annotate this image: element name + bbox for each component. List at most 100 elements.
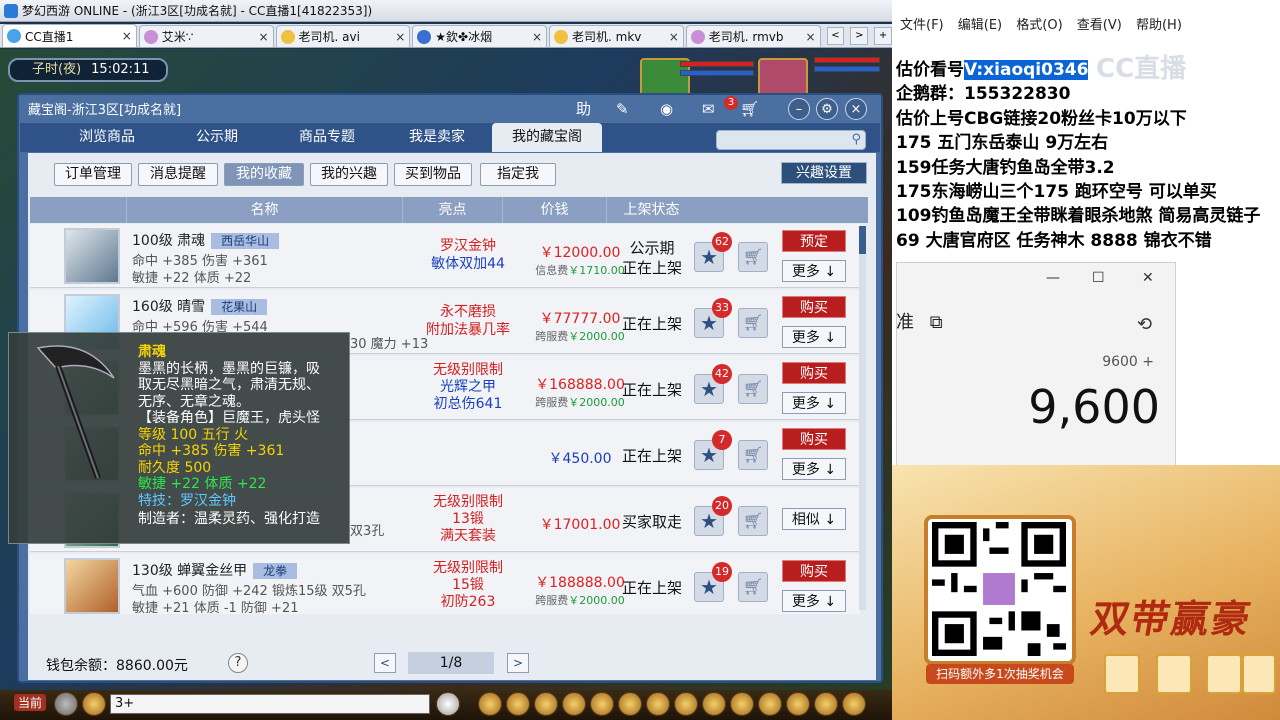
menu-friend-icon[interactable] (702, 692, 726, 716)
subtab-orders[interactable]: 订单管理 (54, 163, 132, 186)
list-scrollbar[interactable] (859, 226, 866, 610)
tab-scroll-left-button[interactable]: < (826, 26, 845, 45)
menu-file[interactable]: 文件(F) (900, 18, 944, 33)
calc-maximize-button[interactable]: ☐ (1092, 270, 1105, 286)
menu-emote-icon[interactable] (814, 692, 838, 716)
buy-button[interactable]: 购买 (782, 428, 846, 450)
help-icon[interactable]: ? (228, 653, 248, 673)
browser-tab[interactable]: 老司机. avi × (275, 25, 411, 47)
buy-button[interactable]: 购买 (782, 362, 846, 384)
tab-my-pavilion[interactable]: 我的藏宝阁 (492, 123, 602, 152)
subtab-interests[interactable]: 我的兴趣 (310, 163, 388, 186)
table-row[interactable]: 130级 蝉翼金丝甲 龙拳 气血 +600 防御 +242 锻炼15级 双5孔 敏… (30, 554, 860, 614)
tab-close-icon[interactable]: × (669, 30, 679, 44)
menu-view[interactable]: 查看(V) (1077, 18, 1122, 33)
browser-tab[interactable]: ★欽✤冰烟 × (412, 25, 547, 47)
item-thumbnail[interactable] (64, 228, 120, 284)
menu-give-icon[interactable] (534, 692, 558, 716)
message-icon[interactable]: ✉ (702, 98, 715, 120)
next-page-button[interactable]: > (507, 653, 529, 673)
tooltip-level: 等级 100 五行 火 (138, 426, 249, 443)
browser-tab[interactable]: 老司机. rmvb × (685, 25, 821, 47)
cart-icon[interactable]: 🛒︎ (740, 98, 759, 120)
reserve-button[interactable]: 预定 (782, 230, 846, 252)
menu-pet-icon[interactable] (618, 692, 642, 716)
subtab-favorites[interactable]: 我的收藏 (224, 163, 304, 186)
subtab-purchased[interactable]: 买到物品 (394, 163, 472, 186)
scrollbar-thumb[interactable] (859, 226, 866, 254)
prize-thumbnail[interactable] (1156, 654, 1192, 694)
item-thumbnail[interactable] (64, 558, 120, 614)
add-cart-icon[interactable]: 🛒︎ (738, 440, 768, 470)
search-icon[interactable]: ⚲ (851, 132, 861, 147)
tab-close-icon[interactable]: × (122, 29, 132, 43)
tab-close-icon[interactable]: × (805, 30, 815, 44)
add-cart-icon[interactable]: 🛒︎ (738, 242, 768, 272)
subtab-designated[interactable]: 指定我 (480, 163, 556, 186)
close-icon[interactable]: × (845, 98, 867, 120)
prize-thumbnail[interactable] (1206, 654, 1242, 694)
notepad-text[interactable]: 估价看号V:xiaoqi0346 企鹅群：155322830 估价上号CBG链接… (896, 58, 1280, 253)
item-status: 正在上架 (621, 447, 682, 465)
tab-scroll-right-button[interactable]: > (850, 26, 869, 45)
menu-item-icon[interactable] (506, 692, 530, 716)
prize-thumbnail[interactable] (1242, 654, 1276, 694)
search-input[interactable]: ⚲ (716, 130, 866, 150)
menu-shop-icon[interactable] (758, 692, 782, 716)
menu-team-icon[interactable] (590, 692, 614, 716)
tab-close-icon[interactable]: × (395, 30, 405, 44)
tab-close-icon[interactable]: × (258, 30, 268, 44)
settings-gear-icon[interactable]: ⚙ (816, 98, 838, 120)
more-button[interactable]: 更多 ↓ (782, 326, 846, 348)
more-button[interactable]: 更多 ↓ (782, 260, 846, 282)
chat-channel-button[interactable]: 当前 (14, 694, 47, 711)
record-icon[interactable]: ◉ (660, 98, 673, 120)
character-icon[interactable] (436, 692, 460, 716)
menu-trade-icon[interactable] (562, 692, 586, 716)
new-tab-button[interactable]: + (874, 26, 893, 45)
tab-public[interactable]: 公示期 (162, 123, 272, 152)
add-cart-icon[interactable]: 🛒︎ (738, 572, 768, 602)
pin-icon[interactable]: ✎ (616, 98, 629, 120)
chat-input[interactable]: 3+ (110, 694, 430, 714)
menu-help[interactable]: 帮助(H) (1136, 18, 1182, 33)
qr-code-icon[interactable] (932, 522, 1066, 656)
keep-on-top-icon[interactable]: ⧉ (930, 312, 943, 333)
more-button[interactable]: 更多 ↓ (782, 458, 846, 480)
table-row[interactable]: 100级 肃魂 西岳华山 命中 +385 伤害 +361 敏捷 +22 体质 +2… (30, 224, 860, 288)
calc-close-button[interactable]: ✕ (1142, 270, 1154, 286)
add-cart-icon[interactable]: 🛒︎ (738, 308, 768, 338)
calc-minimize-button[interactable]: — (1046, 270, 1060, 286)
menu-mail-icon[interactable] (786, 692, 810, 716)
history-icon[interactable]: ⟲ (1137, 314, 1152, 335)
tab-close-icon[interactable]: × (532, 30, 542, 44)
similar-button[interactable]: 相似 ↓ (782, 508, 846, 530)
prize-thumbnail[interactable] (1104, 654, 1140, 694)
menu-format[interactable]: 格式(O) (1016, 18, 1062, 33)
tab-seller[interactable]: 我是卖家 (382, 123, 492, 152)
buy-button[interactable]: 购买 (782, 560, 846, 582)
more-button[interactable]: 更多 ↓ (782, 392, 846, 414)
emoji-icon[interactable] (82, 692, 106, 716)
minimize-icon[interactable]: – (788, 98, 810, 120)
interest-settings-button[interactable]: 兴趣设置 (781, 162, 867, 184)
microphone-icon[interactable] (54, 692, 78, 716)
prev-page-button[interactable]: < (374, 653, 396, 673)
tab-topics[interactable]: 商品专题 (272, 123, 382, 152)
browser-tab[interactable]: 艾米∵ × (138, 25, 274, 47)
menu-attack-icon[interactable] (478, 692, 502, 716)
tab-browse[interactable]: 浏览商品 (52, 123, 162, 152)
browser-tab[interactable]: CC直播1 × (2, 24, 137, 47)
buy-button[interactable]: 购买 (782, 296, 846, 318)
menu-system-icon[interactable] (842, 692, 866, 716)
more-button[interactable]: 更多 ↓ (782, 590, 846, 612)
menu-skill-icon[interactable] (730, 692, 754, 716)
add-cart-icon[interactable]: 🛒︎ (738, 374, 768, 404)
menu-guild-icon[interactable] (674, 692, 698, 716)
subtab-notifications[interactable]: 消息提醒 (138, 163, 218, 186)
add-cart-icon[interactable]: 🛒︎ (738, 506, 768, 536)
menu-edit[interactable]: 编辑(E) (958, 18, 1002, 33)
menu-quest-icon[interactable] (646, 692, 670, 716)
browser-tab[interactable]: 老司机. mkv × (549, 25, 684, 47)
help-button[interactable]: 助 (576, 98, 591, 120)
